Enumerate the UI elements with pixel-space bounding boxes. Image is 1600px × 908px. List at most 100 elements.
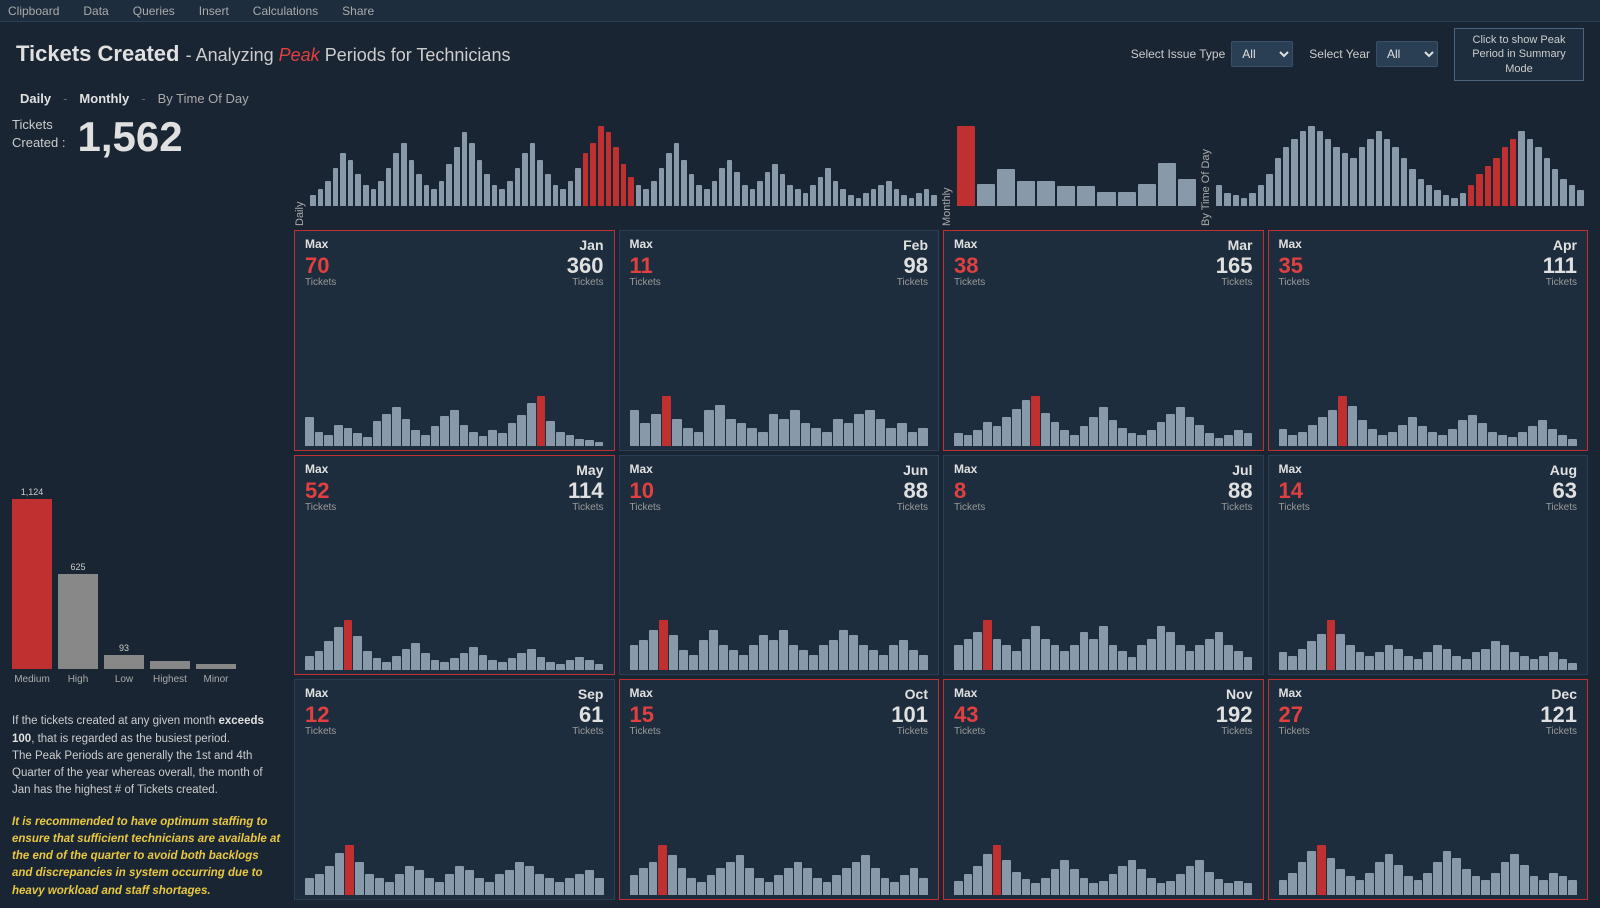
daily-bar — [833, 181, 839, 206]
month-bar — [415, 870, 424, 895]
month-bar — [1031, 883, 1040, 895]
time-bar — [1401, 158, 1407, 206]
daily-bar — [909, 198, 915, 206]
daily-mini-bars — [294, 116, 941, 206]
daily-bar — [696, 185, 702, 206]
tab-daily[interactable]: Daily — [16, 89, 55, 108]
toolbar-share[interactable]: Share — [342, 4, 374, 18]
toolbar-clipboard[interactable]: Clipboard — [8, 4, 59, 18]
daily-bar — [492, 185, 498, 206]
month-card-may: MaxMay52114TicketsTickets — [294, 455, 615, 676]
toolbar-insert[interactable]: Insert — [199, 4, 229, 18]
daily-bar — [863, 193, 869, 206]
toolbar-calculations[interactable]: Calculations — [253, 4, 318, 18]
time-bar — [1300, 131, 1306, 206]
month-bar — [1488, 432, 1497, 446]
month-bar — [1365, 656, 1374, 670]
daily-bar — [818, 177, 824, 206]
month-bar — [842, 868, 851, 895]
month-bar — [811, 428, 821, 446]
month-bar — [440, 662, 449, 670]
month-bar — [1385, 645, 1394, 670]
month-bar — [537, 657, 546, 670]
month-name: Nov — [1226, 686, 1252, 702]
month-bar — [799, 650, 808, 670]
toolbar-queries[interactable]: Queries — [133, 4, 175, 18]
month-bar — [475, 878, 484, 895]
max-value: 52 — [305, 480, 329, 502]
daily-bar — [431, 189, 437, 206]
month-bar — [1404, 656, 1413, 670]
month-bar — [1279, 429, 1288, 446]
stat-label: TicketsCreated : — [12, 116, 65, 152]
month-bar — [876, 419, 886, 446]
month-bar — [517, 653, 526, 670]
month-bar — [964, 639, 973, 670]
month-bar — [769, 414, 779, 446]
month-bar — [1279, 652, 1288, 670]
tab-by-time[interactable]: By Time Of Day — [154, 89, 253, 108]
month-bar — [687, 878, 696, 895]
header-title-section: Tickets Created - Analyzing Peak Periods… — [16, 41, 510, 67]
peak-mode-button[interactable]: Click to show Peak Period in Summary Mod… — [1454, 28, 1584, 81]
issue-type-select[interactable]: All — [1231, 41, 1293, 67]
daily-bar — [787, 185, 793, 206]
total-value: 111 — [1543, 255, 1577, 277]
time-bar — [1418, 179, 1424, 206]
month-bar — [315, 651, 324, 670]
daily-bar — [651, 181, 657, 206]
month-bar — [993, 639, 1002, 670]
total-tickets-label: Tickets — [897, 502, 928, 513]
month-bar — [1327, 858, 1336, 895]
issue-type-group: Select Issue Type All — [1131, 41, 1294, 67]
time-bar — [1510, 139, 1516, 206]
month-bar — [585, 660, 594, 670]
month-bar — [889, 645, 898, 670]
month-bar — [1224, 435, 1233, 446]
month-bar — [1549, 652, 1558, 670]
month-bar — [575, 439, 584, 446]
month-bar — [1022, 400, 1031, 446]
month-bar — [1195, 645, 1204, 670]
daily-bar — [499, 189, 505, 206]
month-bar — [1070, 869, 1079, 895]
month-bar — [1358, 420, 1367, 446]
toolbar-data[interactable]: Data — [83, 4, 108, 18]
month-bar — [373, 421, 382, 446]
daily-bar — [848, 195, 854, 206]
daily-chart-section: Daily — [294, 116, 941, 226]
month-bar — [765, 882, 774, 895]
max-value: 15 — [630, 704, 654, 726]
tab-monthly[interactable]: Monthly — [75, 89, 133, 108]
month-bar — [1548, 429, 1557, 446]
daily-chart-label: Daily — [294, 116, 306, 226]
month-bar — [1518, 432, 1527, 446]
year-select[interactable]: All — [1376, 41, 1438, 67]
month-bar — [1244, 883, 1253, 895]
max-tickets-label: Tickets — [1279, 726, 1310, 737]
daily-bar — [643, 189, 649, 206]
month-bar — [973, 866, 982, 895]
month-bar — [421, 435, 430, 446]
month-bar — [755, 878, 764, 895]
month-bar — [1368, 429, 1377, 446]
month-bar — [1481, 880, 1490, 895]
month-bar — [555, 882, 564, 895]
issue-bar-item: 93Low — [104, 643, 144, 685]
daily-bar — [803, 193, 809, 206]
month-bar — [726, 862, 735, 895]
month-bar — [729, 650, 738, 670]
time-bar — [1376, 131, 1382, 206]
month-name: Apr — [1553, 237, 1577, 253]
max-tickets-label: Tickets — [305, 277, 336, 288]
month-bar-chart — [1279, 292, 1578, 446]
month-bar — [1539, 880, 1548, 895]
month-bar — [1099, 881, 1108, 895]
max-tickets-label: Tickets — [630, 277, 661, 288]
month-bar — [1051, 869, 1060, 895]
month-bar — [392, 656, 401, 670]
month-bar — [488, 430, 497, 446]
daily-bar — [765, 172, 771, 206]
month-bar — [1336, 634, 1345, 670]
total-tickets-label: Tickets — [1221, 726, 1252, 737]
